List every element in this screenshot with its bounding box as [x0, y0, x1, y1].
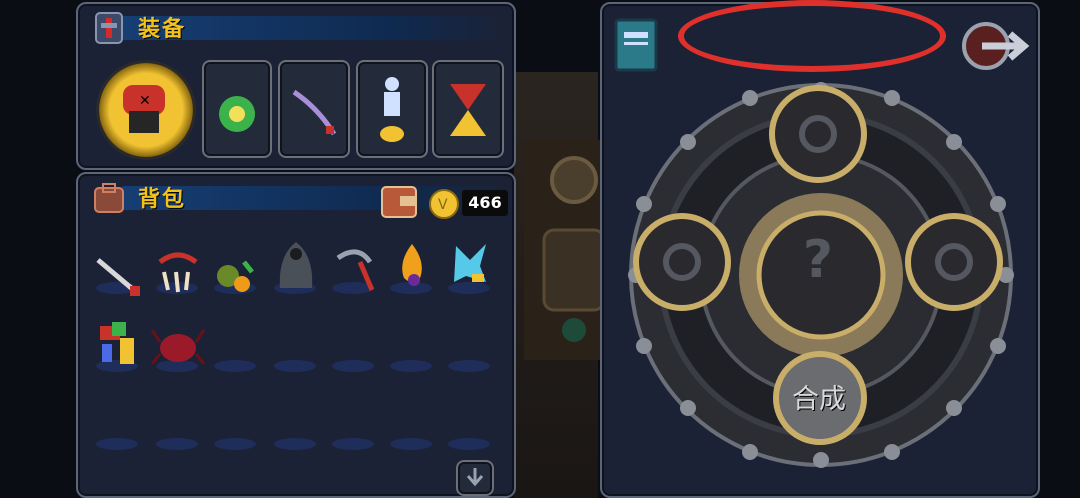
- slot-shadow: [96, 438, 138, 450]
- green-orb-icon: [219, 96, 255, 132]
- svg-text:✕: ✕: [139, 93, 151, 109]
- background-statue: [524, 140, 604, 360]
- ingredient-slot-top[interactable]: [768, 84, 868, 184]
- equipment-title: 装备: [138, 17, 187, 42]
- equip-slot-3[interactable]: [356, 60, 428, 158]
- svg-text:V: V: [438, 197, 448, 213]
- fruit-icon[interactable]: [208, 242, 264, 298]
- shield-icon: [95, 12, 123, 44]
- slot-shadow: [448, 360, 490, 372]
- synthesize-label: 合成: [792, 384, 846, 415]
- cloak-icon[interactable]: [268, 236, 324, 292]
- slot-shadow: [332, 438, 374, 450]
- slot-shadow: [274, 438, 316, 450]
- equip-slot-2[interactable]: [278, 60, 350, 158]
- slot-shadow: [156, 438, 198, 450]
- spider-pet-icon[interactable]: [150, 316, 206, 372]
- equipment-panel: 装备 ✕: [76, 2, 516, 170]
- slot-shadow: [390, 360, 432, 372]
- exit-arrow-icon[interactable]: [962, 18, 1032, 78]
- gold-amount: 466: [462, 190, 508, 216]
- weapon-slot[interactable]: ✕: [96, 60, 196, 160]
- statue-figure-icon: [380, 77, 404, 142]
- crafting-panel: ?: [600, 2, 1040, 498]
- ice-crystal-icon[interactable]: [442, 236, 498, 292]
- highlight-red-circle: [678, 0, 946, 72]
- claw-icon[interactable]: [150, 242, 206, 298]
- slot-shadow: [390, 438, 432, 450]
- discard-button[interactable]: [456, 460, 494, 496]
- result-unknown-symbol: ?: [802, 230, 834, 290]
- slot-shadow: [332, 360, 374, 372]
- ingredient-slot-left[interactable]: [632, 212, 732, 312]
- flame-orb-icon[interactable]: [384, 236, 440, 292]
- hourglass-icon: [450, 84, 486, 136]
- crowbar-icon[interactable]: [90, 242, 146, 298]
- recipe-book-icon[interactable]: [614, 18, 658, 72]
- equipment-header: 装备: [86, 10, 506, 44]
- ingredient-slot-right[interactable]: [904, 212, 1004, 312]
- gold-coin-icon: V: [429, 189, 459, 219]
- backpack-panel: 背包 V 466: [76, 172, 516, 498]
- toy-hammer-icon[interactable]: [90, 316, 146, 372]
- scythe-icon: [292, 89, 337, 136]
- slot-shadow: [448, 438, 490, 450]
- slot-shadow: [274, 360, 316, 372]
- backpack-icon: [94, 183, 124, 213]
- slot-shadow: [214, 438, 256, 450]
- arrow-down-icon: [466, 468, 484, 487]
- background-gem: [562, 318, 586, 342]
- slot-shadow: [214, 360, 256, 372]
- wallet-icon[interactable]: [380, 184, 418, 220]
- equip-slot-1[interactable]: [202, 60, 272, 158]
- backpack-title: 背包: [138, 187, 187, 212]
- equip-slot-4[interactable]: [432, 60, 504, 158]
- sickle-icon[interactable]: [326, 240, 382, 296]
- boxing-glove-icon: ✕: [123, 85, 165, 133]
